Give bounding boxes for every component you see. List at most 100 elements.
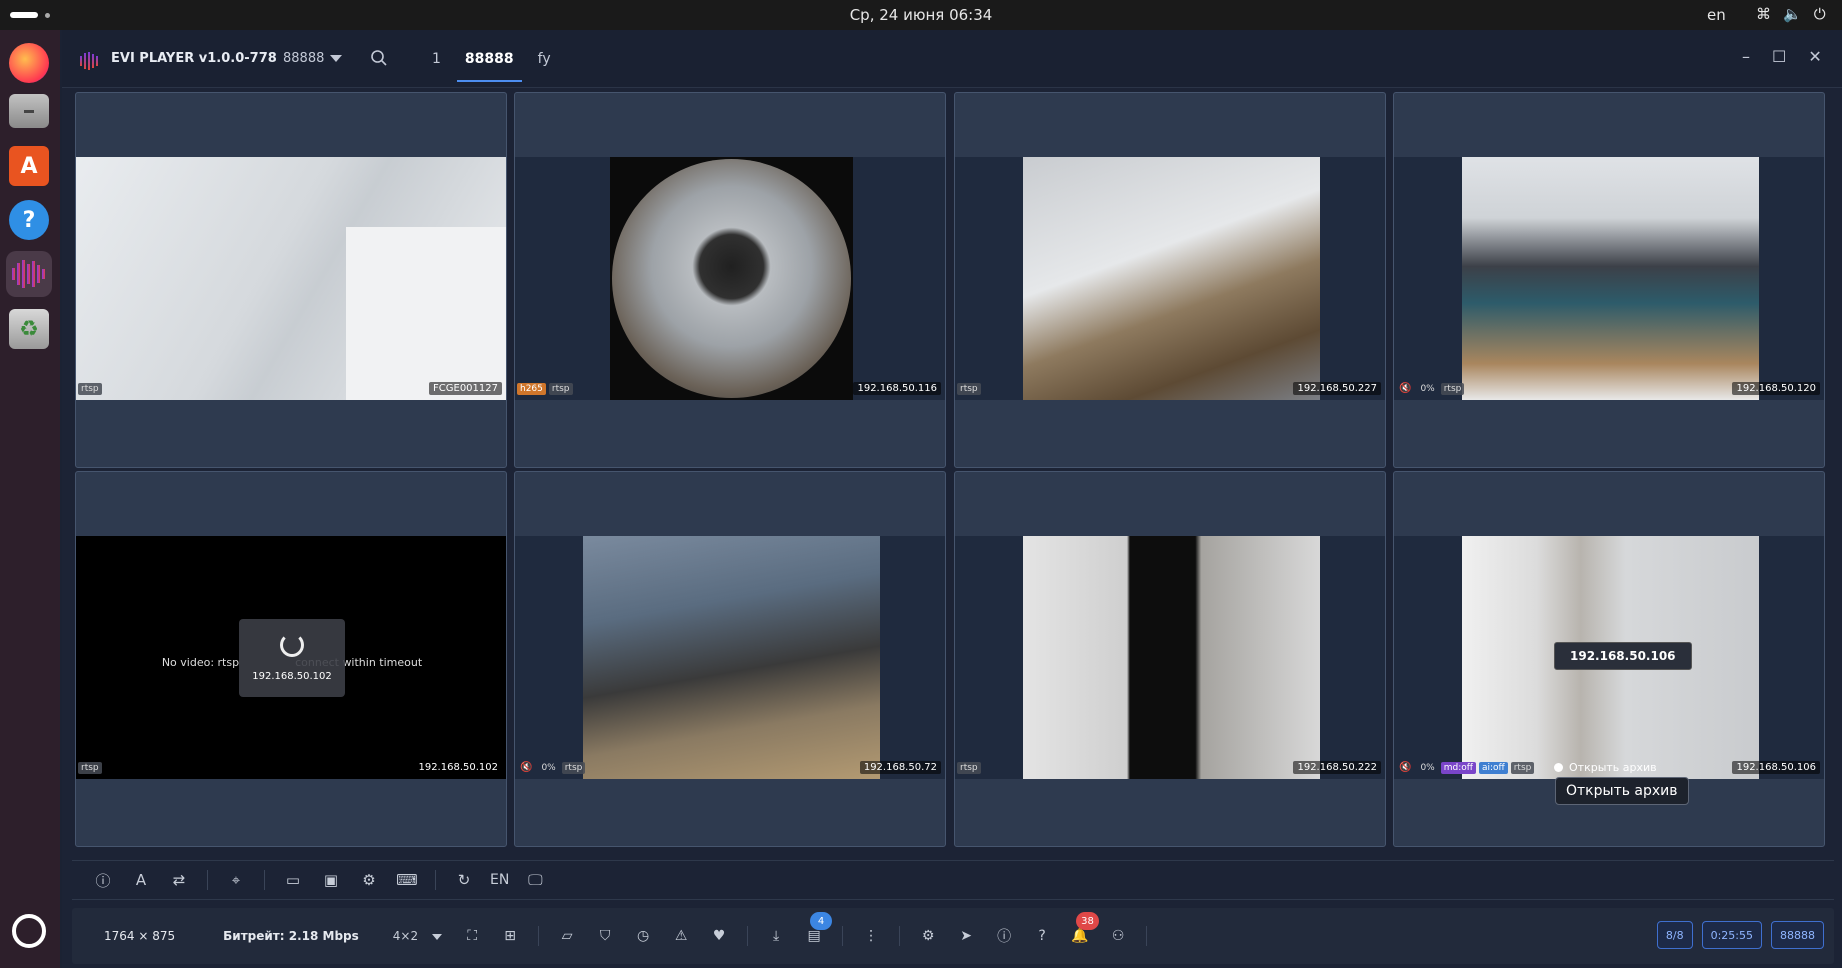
tab-88888[interactable]: 88888: [453, 30, 526, 88]
location-icon[interactable]: ⌖: [224, 868, 248, 892]
maximize-icon[interactable]: ☐: [1772, 47, 1786, 66]
stream-badges: 🔇 0% rtsp: [517, 761, 586, 774]
dock-show-apps[interactable]: [6, 908, 52, 954]
evi-player-icon: [9, 254, 49, 294]
health-icon[interactable]: ♥: [707, 924, 731, 948]
video-stream[interactable]: 🔇 0% rtsp 192.168.50.120: [1394, 157, 1824, 400]
power-icon[interactable]: ⏻: [1814, 5, 1826, 23]
chevron-down-icon: [330, 55, 343, 62]
uptime-button[interactable]: 0:25:55: [1701, 921, 1762, 949]
loading-ip: 192.168.50.102: [252, 671, 332, 682]
divider: [899, 926, 901, 946]
send-icon[interactable]: ➤: [954, 924, 978, 948]
camera-tile[interactable]: 🔇 0% rtsp 192.168.50.120: [1393, 92, 1825, 468]
more-icon[interactable]: ⋮: [859, 924, 883, 948]
monitor-icon[interactable]: ▭: [281, 868, 305, 892]
fullscreen-icon[interactable]: ⛶: [460, 924, 484, 948]
download-icon[interactable]: ⤓: [764, 924, 788, 948]
image-icon[interactable]: ▣: [319, 868, 343, 892]
search-icon: [371, 50, 387, 66]
layout-label: 4×2: [392, 929, 419, 943]
settings-gear-icon[interactable]: ⚙: [916, 924, 940, 948]
volume-icon[interactable]: 🔈: [1783, 5, 1802, 23]
video-stream[interactable]: rtsp 192.168.50.222: [955, 536, 1385, 779]
folder-icon[interactable]: ▱: [555, 924, 579, 948]
app-logo-icon: [80, 52, 100, 70]
about-icon[interactable]: ⓘ: [992, 924, 1016, 948]
system-tray[interactable]: ⌘ 🔈 ⏻: [1756, 5, 1826, 23]
camera-ip: 192.168.50.227: [1293, 382, 1381, 395]
dock-app-center[interactable]: A: [6, 143, 52, 189]
protocol-badge: rtsp: [957, 383, 981, 395]
display-icon[interactable]: 🖵: [523, 868, 547, 892]
camera-tile[interactable]: rtsp FCGE001127: [75, 92, 507, 468]
shield-icon[interactable]: ⛉: [593, 924, 617, 948]
camera-ip: 192.168.50.116: [853, 382, 941, 395]
notifications-bell-icon[interactable]: 🔔 38: [1068, 912, 1099, 948]
camera-ip: 192.168.50.102: [414, 761, 502, 774]
keyboard-language[interactable]: en: [1707, 6, 1726, 24]
stream-badges: rtsp: [78, 762, 102, 774]
video-stream[interactable]: No video: rtsp connect within timeout 192…: [76, 536, 506, 779]
info-icon[interactable]: ⓘ: [91, 868, 115, 892]
tab-1[interactable]: 1: [420, 30, 453, 88]
grid-icon[interactable]: ⊞: [498, 924, 522, 948]
help-icon[interactable]: ?: [1030, 924, 1054, 948]
motion-detect-badge[interactable]: md:off: [1440, 761, 1476, 774]
camera-ip: 192.168.50.120: [1732, 382, 1820, 395]
dock-trash[interactable]: ♻: [6, 306, 52, 352]
dock-help[interactable]: ?: [6, 197, 52, 243]
spinner-icon: [280, 633, 304, 657]
camera-tile[interactable]: 🔇 0% rtsp 192.168.50.72: [514, 471, 946, 847]
divider: [435, 870, 436, 890]
divider: [842, 926, 844, 946]
profile-button[interactable]: 88888: [1771, 921, 1824, 949]
mute-icon[interactable]: 🔇: [1396, 382, 1414, 395]
video-stream[interactable]: rtsp FCGE001127: [76, 157, 506, 400]
settings-icon[interactable]: ⚙: [357, 868, 381, 892]
history-icon[interactable]: ◷: [631, 924, 655, 948]
open-archive-button[interactable]: Открыть архив: [1554, 761, 1657, 774]
mute-icon[interactable]: 🔇: [517, 761, 535, 774]
stream-badges: rtsp: [78, 383, 102, 395]
camera-ip: 192.168.50.72: [859, 761, 941, 774]
search-button[interactable]: [370, 49, 388, 67]
clock[interactable]: Ср, 24 июня 06:34: [0, 6, 1842, 24]
video-stream[interactable]: h265 rtsp 192.168.50.116: [515, 157, 945, 400]
dock-firefox[interactable]: [6, 40, 52, 86]
divider: [207, 870, 208, 890]
status-bar: 1764 × 875 Битрейт: 2.18 Mbps 4×2 ⛶ ⊞ ▱ …: [72, 908, 1834, 964]
ai-badge[interactable]: ai:off: [1478, 761, 1508, 774]
layout-selector[interactable]: 4×2: [392, 929, 443, 943]
chevron-down-icon: [432, 933, 443, 940]
camera-tile[interactable]: rtsp 192.168.50.222: [954, 471, 1386, 847]
window-controls: – ☐ ✕: [1742, 47, 1822, 66]
files-icon: [9, 94, 49, 128]
codec-badge: h265: [517, 383, 546, 395]
minimize-icon[interactable]: –: [1742, 47, 1750, 66]
language-toggle[interactable]: EN: [490, 872, 509, 888]
mute-icon[interactable]: 🔇: [1396, 761, 1414, 774]
dock-files[interactable]: [6, 88, 52, 134]
close-icon[interactable]: ✕: [1808, 47, 1821, 66]
video-stream[interactable]: 🔇 0% rtsp 192.168.50.72: [515, 536, 945, 779]
network-icon[interactable]: ⌘: [1756, 5, 1771, 23]
keyboard-icon[interactable]: ⌨: [395, 868, 419, 892]
tab-fy[interactable]: fy: [526, 30, 563, 88]
streams-count-button[interactable]: 8/8: [1656, 921, 1693, 949]
camera-tile[interactable]: h265 rtsp 192.168.50.116: [514, 92, 946, 468]
camera-tile[interactable]: rtsp 192.168.50.227: [954, 92, 1386, 468]
downloads-queue-icon[interactable]: ▤ 4: [802, 912, 833, 948]
refresh-icon[interactable]: ↻: [452, 868, 476, 892]
swap-icon[interactable]: ⇄: [167, 868, 191, 892]
status-pills: 8/8 0:25:55 88888: [1648, 921, 1824, 949]
users-icon[interactable]: ⚇: [1106, 924, 1130, 948]
ai-text-icon[interactable]: A: [129, 868, 153, 892]
camera-tile[interactable]: No video: rtsp connect within timeout 192…: [75, 471, 507, 847]
video-stream[interactable]: rtsp 192.168.50.227: [955, 157, 1385, 400]
dock-evi-player[interactable]: [6, 251, 52, 297]
video-stream[interactable]: 192.168.50.106 🔇 0% md:off ai:off rtsp О…: [1394, 536, 1824, 779]
profile-selector[interactable]: 88888: [283, 51, 343, 66]
profile-label: 88888: [283, 51, 325, 66]
warning-icon[interactable]: ⚠: [669, 924, 693, 948]
